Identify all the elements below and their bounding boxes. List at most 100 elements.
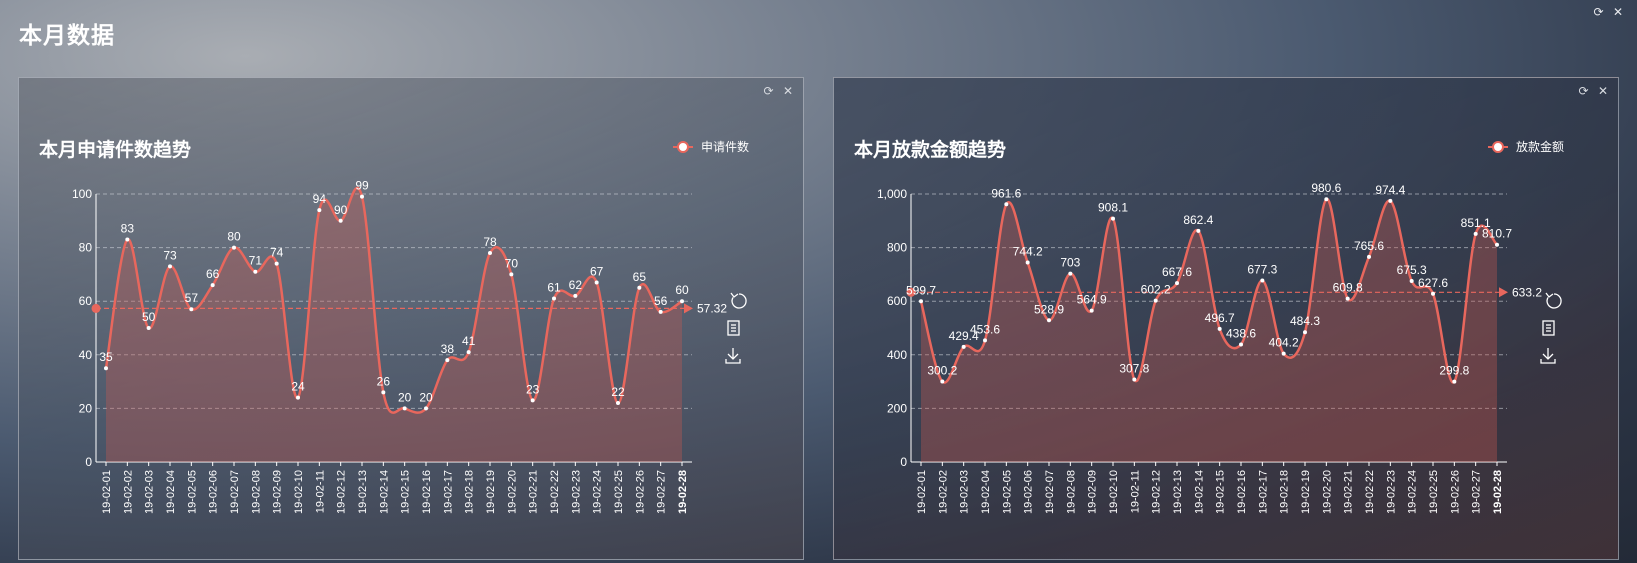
- data-point[interactable]: [961, 344, 966, 349]
- chart-title: 本月放款金额趋势: [854, 138, 1006, 161]
- x-tick-label: 19-02-23: [570, 470, 582, 514]
- data-point[interactable]: [402, 406, 407, 411]
- data-point[interactable]: [424, 406, 428, 411]
- data-point[interactable]: [1196, 228, 1201, 233]
- x-tick-label: 19-02-11: [314, 470, 326, 513]
- y-tick-label: 1,000: [877, 187, 907, 201]
- data-point[interactable]: [296, 395, 300, 400]
- data-point[interactable]: [509, 272, 514, 277]
- data-point[interactable]: [637, 285, 642, 290]
- data-label: 62: [569, 278, 583, 292]
- y-tick-label: 20: [79, 401, 93, 415]
- data-point[interactable]: [530, 398, 535, 403]
- y-tick-label: 100: [72, 187, 92, 201]
- data-view-icon[interactable]: [1542, 320, 1555, 336]
- data-point[interactable]: [1217, 326, 1222, 331]
- data-label: 61: [547, 281, 561, 295]
- legend-marker: [677, 141, 689, 153]
- data-label: 961.6: [991, 186, 1021, 200]
- data-label: 980.6: [1311, 181, 1341, 195]
- data-point[interactable]: [1111, 216, 1115, 221]
- data-point[interactable]: [1303, 330, 1307, 335]
- data-point[interactable]: [381, 390, 386, 395]
- data-point[interactable]: [168, 264, 172, 269]
- data-point[interactable]: [1025, 260, 1030, 265]
- data-point[interactable]: [1367, 254, 1371, 259]
- close-icon[interactable]: ✕: [1613, 5, 1623, 19]
- y-tick-label: 60: [79, 294, 93, 308]
- x-tick-label: 19-02-03: [144, 470, 156, 514]
- x-tick-label: 19-02-02: [122, 470, 134, 514]
- data-label: 67: [590, 264, 604, 278]
- data-label: 20: [398, 390, 412, 404]
- outer-toolbar: ⟳ ✕: [1588, 5, 1623, 19]
- data-point[interactable]: [146, 326, 151, 330]
- data-point[interactable]: [189, 307, 194, 312]
- data-point[interactable]: [274, 261, 279, 266]
- data-point[interactable]: [1473, 231, 1478, 236]
- data-point[interactable]: [552, 296, 556, 301]
- data-label: 74: [270, 246, 284, 260]
- refresh-icon[interactable]: ⟳: [1594, 5, 1604, 19]
- download-icon[interactable]: [1540, 348, 1556, 364]
- data-point[interactable]: [1495, 242, 1499, 247]
- data-point[interactable]: [1089, 308, 1094, 313]
- data-point[interactable]: [940, 379, 945, 384]
- data-point[interactable]: [1153, 298, 1158, 303]
- x-tick-label: 19-02-12: [1151, 470, 1163, 514]
- data-point[interactable]: [573, 293, 578, 298]
- data-point[interactable]: [983, 338, 987, 343]
- data-point[interactable]: [919, 299, 923, 304]
- data-point[interactable]: [1388, 198, 1393, 203]
- x-tick-label: 19-02-15: [1215, 470, 1227, 514]
- data-point[interactable]: [338, 218, 343, 223]
- data-point[interactable]: [616, 401, 620, 406]
- y-tick-label: 40: [79, 348, 93, 362]
- data-label: 602.2: [1141, 283, 1171, 297]
- data-point[interactable]: [1281, 351, 1286, 356]
- page-title: 本月数据: [19, 22, 115, 48]
- restore-icon[interactable]: [1545, 292, 1562, 309]
- data-point[interactable]: [232, 245, 236, 250]
- data-point[interactable]: [466, 350, 471, 355]
- x-tick-label: 19-02-24: [1407, 470, 1419, 514]
- data-point[interactable]: [210, 283, 215, 288]
- data-point[interactable]: [1132, 377, 1137, 382]
- legend[interactable]: 放款金额: [1488, 139, 1564, 154]
- download-icon[interactable]: [725, 348, 741, 364]
- x-tick-label: 19-02-21: [528, 470, 540, 514]
- data-label: 71: [249, 254, 263, 268]
- data-point[interactable]: [1409, 279, 1414, 284]
- x-tick-label: 19-02-01: [101, 470, 113, 514]
- data-point[interactable]: [1324, 197, 1329, 202]
- data-point[interactable]: [317, 208, 322, 213]
- data-point[interactable]: [1431, 291, 1435, 296]
- data-label: 765.6: [1354, 239, 1384, 253]
- data-point[interactable]: [1239, 342, 1243, 347]
- data-label: 744.2: [1013, 245, 1043, 259]
- data-view-icon[interactable]: [727, 320, 740, 336]
- data-point[interactable]: [1047, 318, 1051, 323]
- data-point[interactable]: [445, 358, 450, 363]
- data-point[interactable]: [594, 280, 599, 285]
- chart-loan-amount: 本月放款金额趋势 放款金额 0 200 400 600 800 1,000 19-02-01 19…: [854, 138, 1564, 514]
- data-point[interactable]: [1004, 202, 1009, 207]
- data-point[interactable]: [1068, 271, 1073, 276]
- data-point[interactable]: [1260, 278, 1265, 283]
- legend[interactable]: 申请件数: [673, 139, 749, 154]
- data-label: 80: [227, 230, 241, 244]
- data-point[interactable]: [658, 309, 663, 314]
- data-point[interactable]: [125, 237, 130, 242]
- data-point[interactable]: [1175, 281, 1179, 286]
- data-point[interactable]: [1345, 296, 1350, 301]
- data-point[interactable]: [1452, 379, 1457, 384]
- series-area: [106, 187, 682, 463]
- legend-label: 申请件数: [701, 139, 749, 154]
- restore-icon[interactable]: [730, 292, 747, 309]
- data-point[interactable]: [253, 269, 258, 274]
- data-point[interactable]: [360, 194, 364, 199]
- data-point[interactable]: [680, 299, 684, 304]
- data-point[interactable]: [488, 250, 492, 255]
- data-point[interactable]: [104, 366, 108, 371]
- x-tick-label: 19-02-18: [464, 470, 476, 514]
